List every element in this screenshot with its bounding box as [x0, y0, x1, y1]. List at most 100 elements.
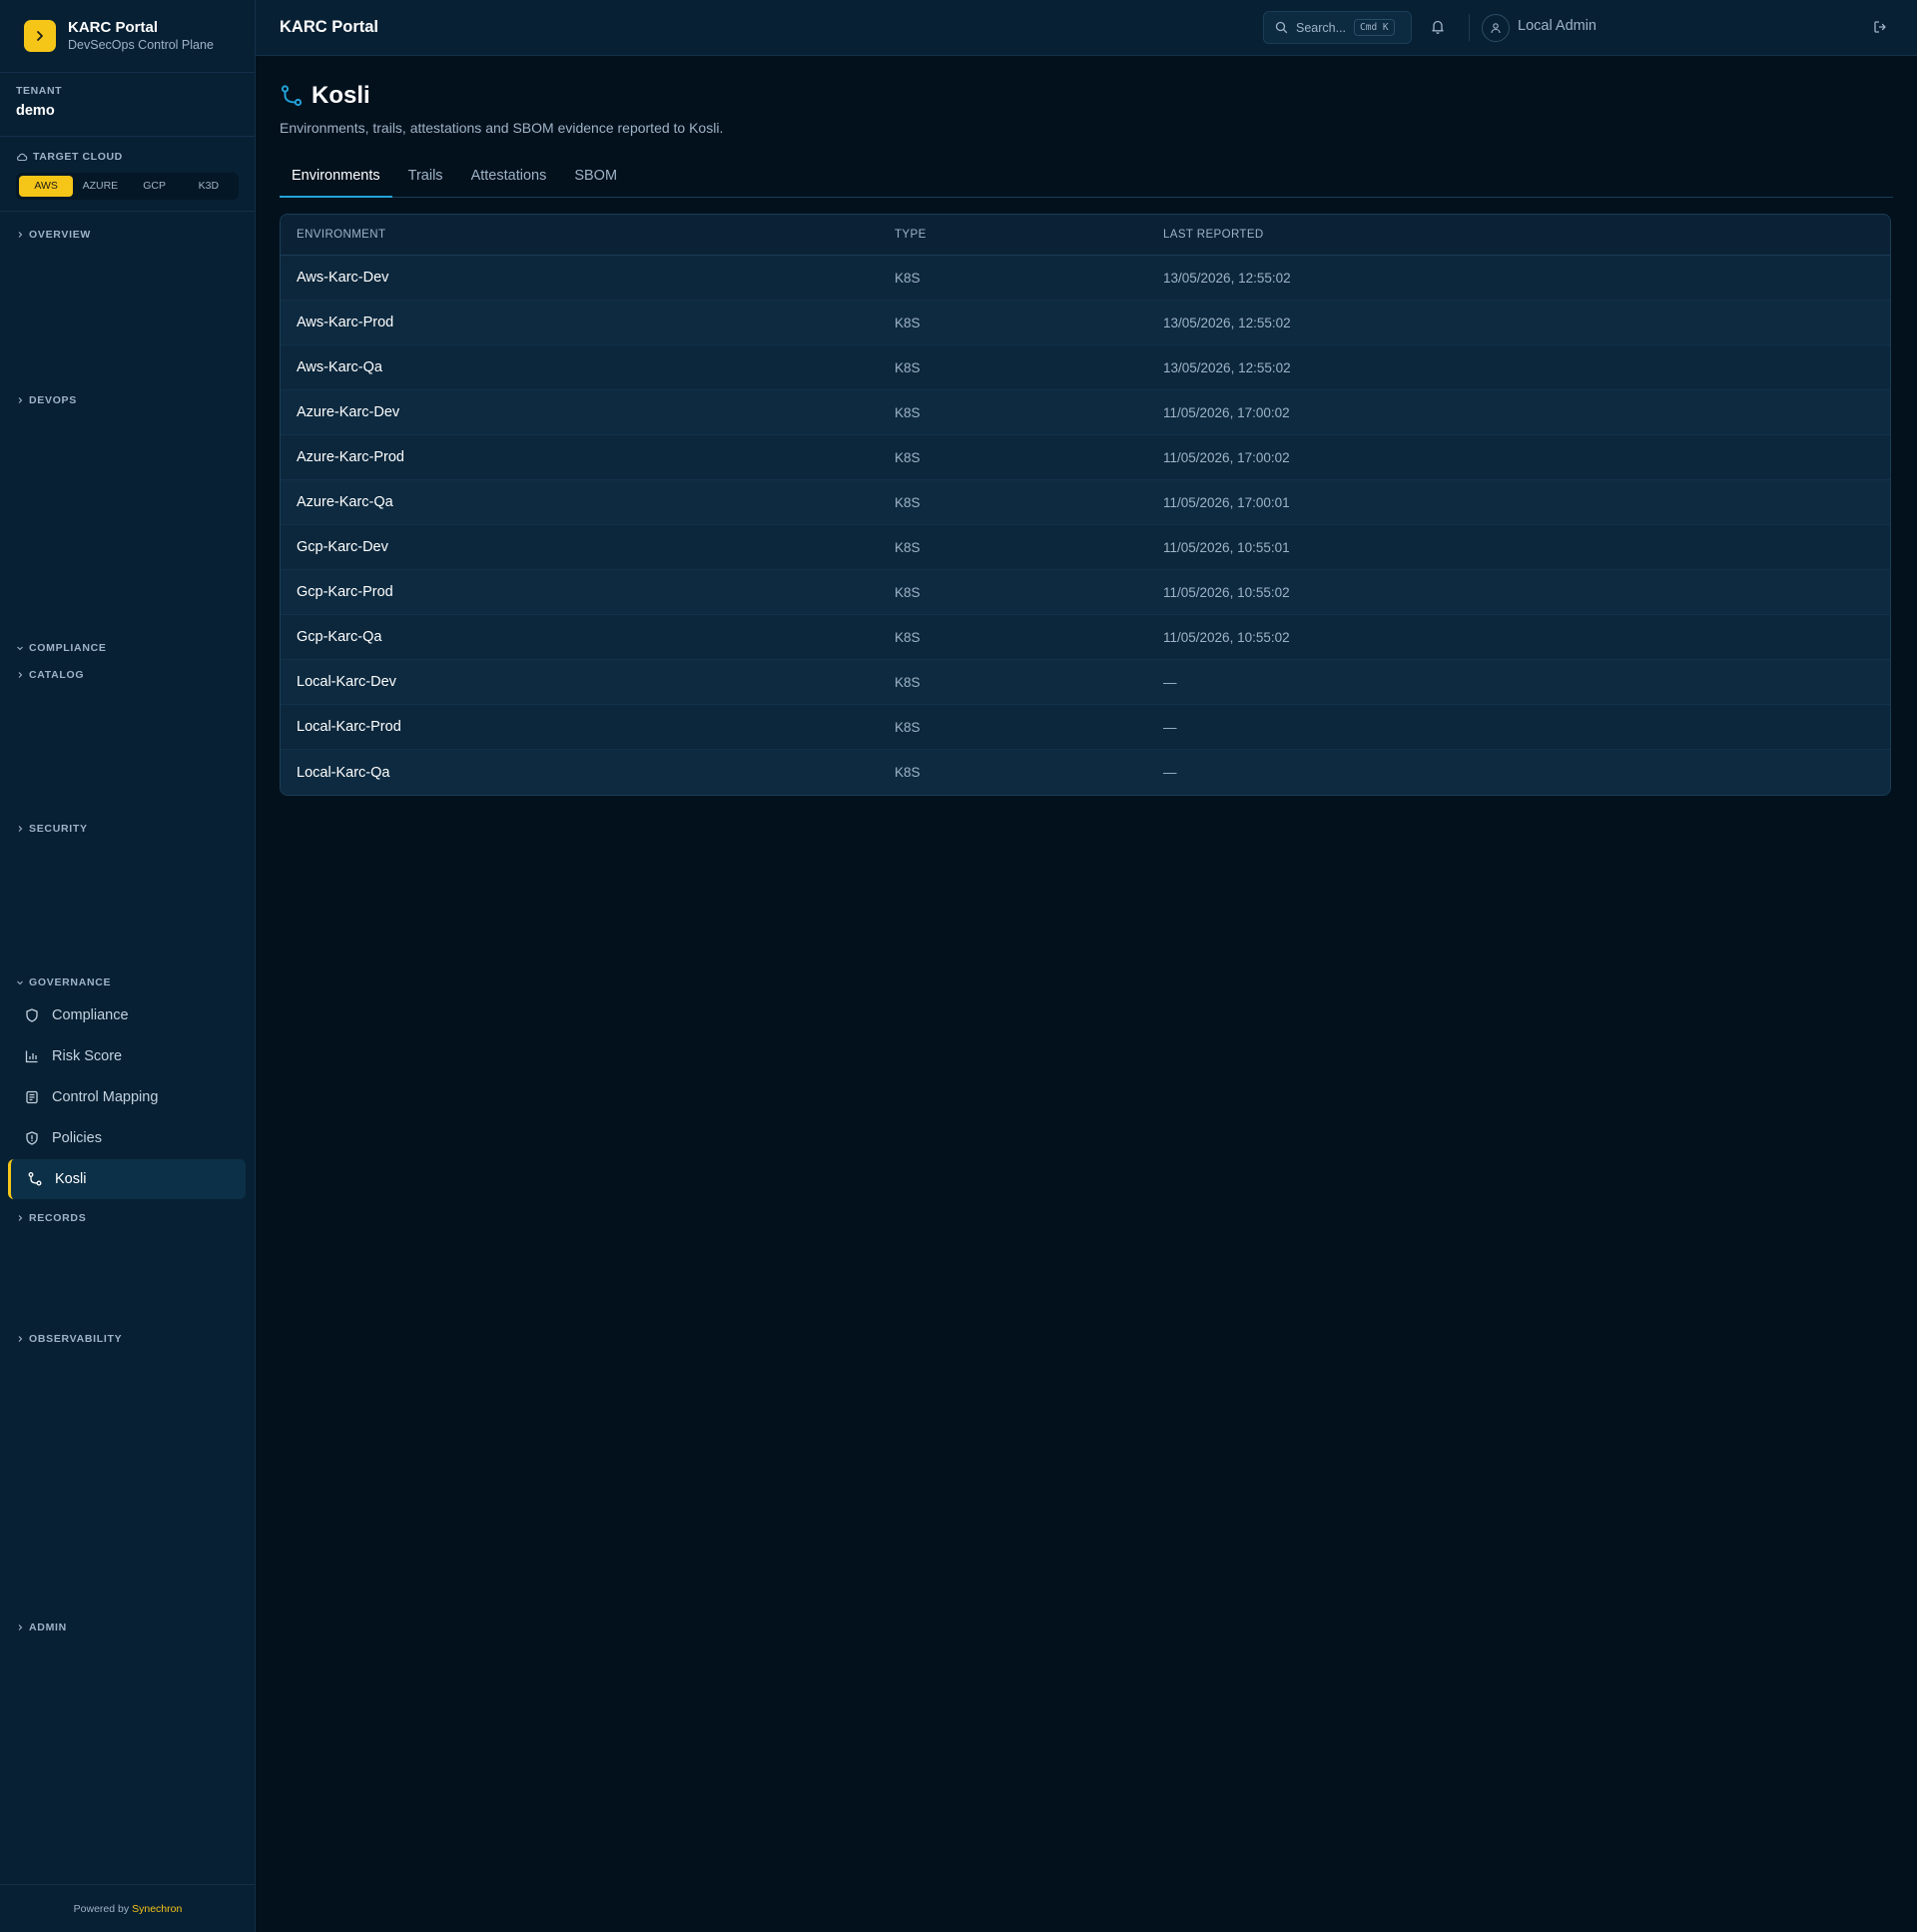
shield-icon: [26, 1008, 38, 1022]
chevron-right-icon: [18, 672, 23, 678]
environments-table: ENVIRONMENT TYPE LAST REPORTED Aws-Karc-…: [280, 214, 1891, 796]
type-cell: K8S: [895, 719, 921, 735]
shield-alert-icon: [26, 1131, 38, 1145]
environment-cell: Local-Karc-Prod: [297, 719, 401, 735]
sidebar-footer: Powered by Synechron: [0, 1884, 256, 1932]
table-row[interactable]: Aws-Karc-Prod K8S 13/05/2026, 12:55:02: [281, 301, 1890, 345]
tab-trails[interactable]: Trails: [396, 158, 455, 198]
table-row[interactable]: Gcp-Karc-Dev K8S 11/05/2026, 10:55:01: [281, 525, 1890, 570]
section-devops[interactable]: DEVOPS: [16, 394, 77, 406]
environment-cell: Local-Karc-Qa: [297, 764, 390, 781]
type-cell: K8S: [895, 674, 921, 690]
cloud-option-aws[interactable]: AWS: [19, 176, 74, 197]
chevron-right-icon: [18, 232, 23, 238]
footer-prefix: Powered by: [73, 1902, 130, 1915]
bell-icon[interactable]: [1430, 18, 1446, 40]
type-cell: K8S: [895, 494, 921, 510]
sidebar: KARC Portal DevSecOps Control Plane TENA…: [0, 0, 256, 1932]
table-row[interactable]: Aws-Karc-Dev K8S 13/05/2026, 12:55:02: [281, 256, 1890, 301]
section-overview[interactable]: OVERVIEW: [16, 229, 91, 241]
table-row[interactable]: Gcp-Karc-Qa K8S 11/05/2026, 10:55:02: [281, 615, 1890, 660]
last-reported-cell: 11/05/2026, 10:55:02: [1163, 629, 1290, 645]
last-reported-cell: —: [1163, 765, 1177, 780]
type-cell: K8S: [895, 449, 921, 465]
main-content: Kosli Environments, trails, attestations…: [280, 56, 1893, 796]
table-row[interactable]: Azure-Karc-Qa K8S 11/05/2026, 17:00:01: [281, 480, 1890, 525]
page-description: Environments, trails, attestations and S…: [280, 120, 724, 136]
brand[interactable]: KARC Portal DevSecOps Control Plane: [0, 0, 255, 73]
column-header-type[interactable]: TYPE: [895, 229, 1163, 241]
cloud-option-gcp[interactable]: GCP: [128, 176, 182, 197]
table-row[interactable]: Azure-Karc-Prod K8S 11/05/2026, 17:00:02: [281, 435, 1890, 480]
chevron-right-icon: [24, 20, 56, 52]
type-cell: K8S: [895, 315, 921, 330]
cloud-option-k3d[interactable]: K3D: [182, 176, 236, 197]
environment-cell: Aws-Karc-Qa: [297, 359, 382, 375]
section-governance[interactable]: GOVERNANCE: [16, 976, 111, 988]
tab-environments[interactable]: Environments: [280, 158, 392, 198]
type-cell: K8S: [895, 359, 921, 375]
type-cell: K8S: [895, 404, 921, 420]
chevron-right-icon: [18, 826, 23, 832]
section-records[interactable]: RECORDS: [16, 1212, 86, 1224]
logout-icon[interactable]: [1873, 20, 1887, 39]
cloud-selector: AWS AZURE GCP K3D: [16, 173, 239, 200]
target-cloud-panel: TARGET CLOUD AWS AZURE GCP K3D: [0, 137, 255, 212]
chevron-right-icon: [18, 1215, 23, 1221]
table-row[interactable]: Local-Karc-Qa K8S —: [281, 750, 1890, 795]
column-header-last-reported[interactable]: LAST REPORTED: [1163, 229, 1890, 241]
sidebar-item-compliance[interactable]: Compliance: [8, 995, 246, 1035]
tenant-value: demo: [16, 103, 55, 119]
user-name[interactable]: Local Admin: [1518, 18, 1597, 34]
tab-attestations[interactable]: Attestations: [459, 158, 559, 198]
target-cloud-label: TARGET CLOUD: [16, 151, 239, 163]
environment-cell: Gcp-Karc-Qa: [297, 629, 382, 645]
tab-sbom[interactable]: SBOM: [562, 158, 629, 198]
sidebar-item-policies[interactable]: Policies: [8, 1118, 246, 1158]
chevron-right-icon: [18, 1624, 23, 1630]
environment-cell: Gcp-Karc-Prod: [297, 584, 393, 600]
table-row[interactable]: Aws-Karc-Qa K8S 13/05/2026, 12:55:02: [281, 345, 1890, 390]
brand-subtitle: DevSecOps Control Plane: [68, 38, 214, 52]
table-row[interactable]: Azure-Karc-Dev K8S 11/05/2026, 17:00:02: [281, 390, 1890, 435]
user-icon[interactable]: [1482, 14, 1510, 42]
environment-cell: Azure-Karc-Qa: [297, 494, 393, 510]
sidebar-item-kosli[interactable]: Kosli: [8, 1159, 246, 1199]
table-row[interactable]: Local-Karc-Dev K8S —: [281, 660, 1890, 705]
sidebar-item-control-mapping[interactable]: Control Mapping: [8, 1077, 246, 1117]
section-compliance[interactable]: COMPLIANCE: [16, 642, 107, 654]
git-branch-icon: [28, 1172, 42, 1186]
type-cell: K8S: [895, 765, 921, 780]
table-row[interactable]: Gcp-Karc-Prod K8S 11/05/2026, 10:55:02: [281, 570, 1890, 615]
type-cell: K8S: [895, 539, 921, 555]
section-security[interactable]: SECURITY: [16, 823, 88, 835]
section-catalog[interactable]: CATALOG: [16, 669, 84, 681]
chevron-right-icon: [18, 1336, 23, 1342]
environment-cell: Azure-Karc-Prod: [297, 449, 404, 465]
section-admin[interactable]: ADMIN: [16, 1621, 67, 1633]
tenant-panel[interactable]: TENANT demo: [0, 73, 255, 137]
chevron-right-icon: [18, 397, 23, 403]
table-row[interactable]: Local-Karc-Prod K8S —: [281, 705, 1890, 750]
git-branch-icon: [281, 85, 303, 107]
last-reported-cell: 13/05/2026, 12:55:02: [1163, 270, 1291, 286]
type-cell: K8S: [895, 270, 921, 286]
last-reported-cell: 11/05/2026, 10:55:01: [1163, 539, 1290, 555]
footer-brand-link[interactable]: Synechron: [132, 1903, 182, 1915]
last-reported-cell: 11/05/2026, 17:00:02: [1163, 449, 1290, 465]
column-header-environment[interactable]: ENVIRONMENT: [281, 229, 895, 241]
last-reported-cell: —: [1163, 719, 1177, 735]
cloud-icon: [17, 153, 28, 162]
environment-cell: Gcp-Karc-Dev: [297, 539, 388, 555]
section-observability[interactable]: OBSERVABILITY: [16, 1333, 122, 1345]
chevron-down-icon: [17, 646, 23, 651]
table-body: Aws-Karc-Dev K8S 13/05/2026, 12:55:02 Aws-K…: [281, 256, 1890, 795]
environment-cell: Local-Karc-Dev: [297, 674, 396, 690]
cloud-option-azure[interactable]: AZURE: [73, 176, 127, 197]
environment-cell: Aws-Karc-Prod: [297, 315, 394, 330]
search-button[interactable]: Search... Cmd K: [1263, 11, 1412, 44]
tenant-label: TENANT: [16, 85, 63, 97]
page-header: Kosli: [280, 82, 1893, 110]
sidebar-item-risk-score[interactable]: Risk Score: [8, 1036, 246, 1076]
last-reported-cell: 11/05/2026, 17:00:02: [1163, 404, 1290, 420]
